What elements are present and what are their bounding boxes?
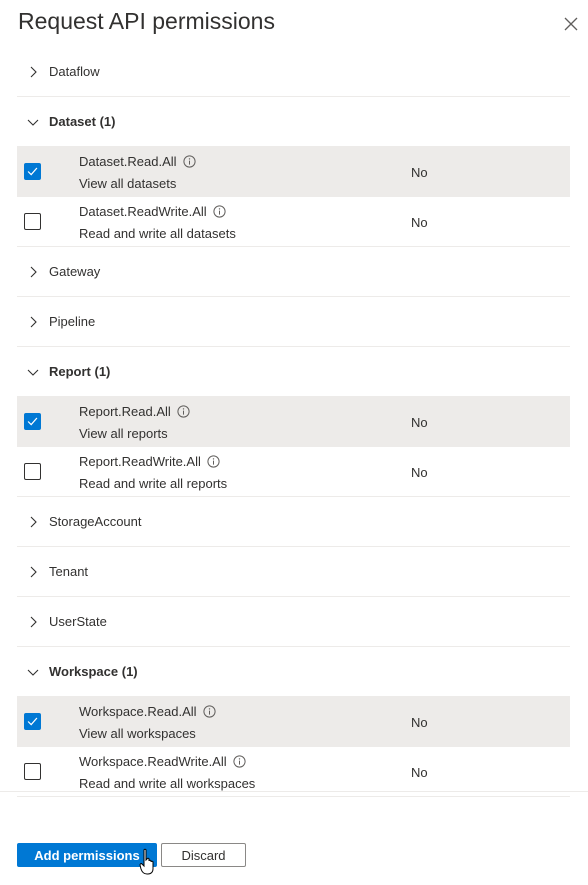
chevron-right-icon [26, 565, 40, 579]
permission-row[interactable]: Workspace.Read.All View all workspaces No [17, 697, 570, 747]
group-label: Pipeline [49, 314, 96, 329]
permission-description: Read and write all datasets [79, 226, 236, 241]
group-label: StorageAccount [49, 514, 142, 529]
group-label: Tenant [49, 564, 89, 579]
group-3[interactable]: Pipeline [17, 297, 570, 347]
chevron-down-icon [26, 365, 40, 379]
permission-description: Read and write all reports [79, 476, 228, 491]
group-6[interactable]: Tenant [17, 547, 570, 597]
admin-consent-value: No [411, 415, 428, 430]
hand-pointer-cursor [139, 848, 154, 875]
panel-header: Request API permissions [0, 0, 588, 48]
group-label: Report (1) [49, 364, 111, 379]
close-button[interactable] [561, 14, 581, 34]
chevron-down-icon [26, 115, 40, 129]
chevron-right-icon [26, 515, 40, 529]
permission-name: Dataset.ReadWrite.All [79, 204, 207, 219]
info-icon[interactable] [213, 205, 226, 218]
checkmark-icon [25, 164, 40, 179]
chevron-right-icon [26, 315, 40, 329]
admin-consent-value: No [411, 765, 428, 780]
permission-name: Workspace.Read.All [79, 704, 197, 719]
permission-checkbox[interactable] [24, 413, 41, 430]
group-label: Gateway [49, 264, 101, 279]
discard-button[interactable]: Discard [161, 843, 246, 867]
permission-description: View all datasets [79, 176, 177, 191]
chevron-right-icon [26, 265, 40, 279]
admin-consent-value: No [411, 165, 428, 180]
checkmark-icon [25, 714, 40, 729]
info-icon[interactable] [202, 705, 216, 718]
permission-list: Dataflow Dataset (1) Dataset.Read.All View … [17, 47, 570, 797]
admin-consent-value: No [411, 215, 428, 230]
group-label: Workspace (1) [49, 664, 138, 679]
admin-consent-value: No [411, 715, 428, 730]
group-label: Dataflow [49, 64, 100, 79]
permission-checkbox[interactable] [24, 213, 41, 230]
permission-checkbox[interactable] [24, 763, 41, 780]
group-7[interactable]: UserState [17, 597, 570, 647]
group-5[interactable]: StorageAccount [17, 497, 570, 547]
permission-row[interactable]: Report.ReadWrite.All Read and write all r… [17, 447, 570, 497]
permission-description: View all workspaces [79, 726, 196, 741]
info-icon[interactable] [233, 755, 246, 768]
permission-name: Workspace.ReadWrite.All [79, 754, 227, 769]
group-4[interactable]: Report (1) [17, 347, 570, 397]
chevron-right-icon [26, 65, 40, 79]
chevron-down-icon [26, 665, 40, 679]
permission-row[interactable]: Dataset.ReadWrite.All Read and write all … [17, 197, 570, 247]
permission-name-line: Workspace.Read.All [79, 704, 216, 719]
group-1[interactable]: Dataset (1) [17, 97, 570, 147]
permission-row[interactable]: Workspace.ReadWrite.All Read and write al… [17, 747, 570, 797]
panel-title: Request API permissions [18, 8, 275, 34]
permission-checkbox[interactable] [24, 163, 41, 180]
info-icon[interactable] [177, 405, 190, 418]
group-label: UserState [49, 614, 107, 629]
group-2[interactable]: Gateway [17, 247, 570, 297]
permission-name-line: Workspace.ReadWrite.All [79, 754, 246, 769]
permission-checkbox[interactable] [24, 463, 41, 480]
permission-name: Dataset.Read.All [79, 154, 177, 169]
permission-name: Report.ReadWrite.All [79, 454, 201, 469]
add-permissions-button[interactable]: Add permissions [17, 843, 157, 867]
info-icon[interactable] [182, 155, 196, 168]
permission-name-line: Report.ReadWrite.All [79, 454, 220, 469]
permission-name-line: Dataset.ReadWrite.All [79, 204, 226, 219]
group-label: Dataset (1) [49, 114, 116, 129]
group-0[interactable]: Dataflow [17, 47, 570, 97]
info-icon[interactable] [207, 455, 220, 468]
admin-consent-value: No [411, 465, 428, 480]
permission-checkbox[interactable] [24, 713, 41, 730]
permission-row[interactable]: Report.Read.All View all reports No [17, 397, 570, 447]
close-icon [564, 17, 578, 31]
permission-name-line: Dataset.Read.All [79, 154, 196, 169]
chevron-right-icon [26, 615, 40, 629]
permission-name: Report.Read.All [79, 404, 171, 419]
permission-row[interactable]: Dataset.Read.All View all datasets No [17, 147, 570, 197]
checkmark-icon [25, 414, 40, 429]
permission-name-line: Report.Read.All [79, 404, 190, 419]
footer-divider [0, 791, 588, 792]
permission-description: View all reports [79, 426, 168, 441]
group-8[interactable]: Workspace (1) [17, 647, 570, 697]
permission-description: Read and write all workspaces [79, 776, 256, 791]
